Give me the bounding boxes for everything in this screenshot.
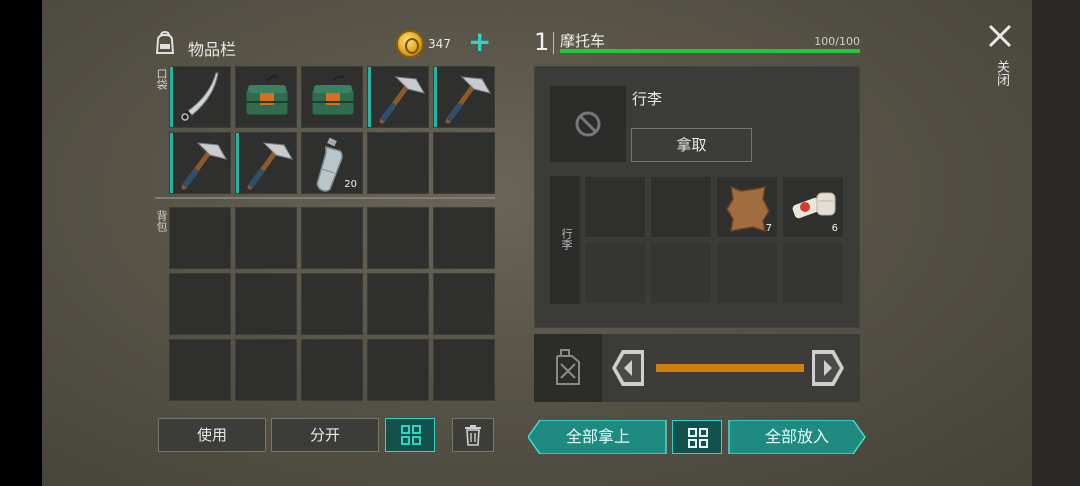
buy-coins-button[interactable]: + <box>468 28 491 56</box>
fuel-can-icon <box>556 349 580 385</box>
inventory-slot[interactable] <box>367 207 429 269</box>
vehicle-sort-button[interactable] <box>672 420 722 454</box>
inventory-slot[interactable] <box>301 273 363 335</box>
inventory-slot[interactable] <box>367 339 429 401</box>
inventory-slot[interactable] <box>301 66 363 128</box>
trash-button[interactable] <box>452 418 494 452</box>
vehicle-separator <box>553 32 554 54</box>
inventory-slot[interactable] <box>433 66 495 128</box>
sort-grid-button[interactable] <box>385 418 435 452</box>
inventory-slot[interactable] <box>235 339 297 401</box>
inventory-slot[interactable] <box>235 207 297 269</box>
inventory-slot[interactable] <box>367 66 429 128</box>
vehicle-storage-label: 行李 <box>560 228 573 250</box>
backpack-label: 背包 <box>155 210 168 232</box>
split-button[interactable]: 分开 <box>271 418 379 452</box>
inventory-slot[interactable] <box>235 273 297 335</box>
section-divider <box>155 197 495 199</box>
inventory-slot[interactable] <box>433 207 495 269</box>
arrow-left-icon <box>612 350 644 386</box>
vehicle-storage-grid: 76 <box>584 176 844 304</box>
arrow-right-icon <box>812 350 844 386</box>
inventory-slot[interactable] <box>169 66 231 128</box>
inventory-slot[interactable] <box>367 273 429 335</box>
inventory-slot[interactable] <box>650 176 712 238</box>
inventory-slot[interactable] <box>433 339 495 401</box>
grid-icon <box>688 428 708 448</box>
inventory-slot[interactable] <box>235 66 297 128</box>
inventory-slot[interactable] <box>301 207 363 269</box>
grid-icon <box>401 425 421 445</box>
pocket-label: 口袋 <box>155 68 168 90</box>
fuel-increase-button[interactable] <box>812 350 844 386</box>
luggage-title: 行李 <box>632 90 663 108</box>
vehicle-hp-bar <box>560 49 860 53</box>
blocked-icon <box>575 111 601 137</box>
inventory-slot[interactable]: 6 <box>782 176 844 238</box>
close-label[interactable]: 关闭 <box>992 60 1011 86</box>
inventory-title: 物品栏 <box>188 40 237 59</box>
inventory-slot[interactable] <box>650 242 712 304</box>
screen-edge <box>1032 0 1080 486</box>
coin-count: 347 <box>428 37 451 51</box>
fuel-slot[interactable] <box>534 334 602 402</box>
coin-icon <box>396 30 424 58</box>
inventory-slot[interactable] <box>169 339 231 401</box>
put-all-button[interactable]: 全部放入 <box>727 419 867 455</box>
use-button[interactable]: 使用 <box>158 418 266 452</box>
inventory-slot[interactable] <box>584 176 646 238</box>
vehicle-hp-fill <box>560 49 860 53</box>
inventory-slot[interactable] <box>367 132 429 194</box>
inventory-slot[interactable]: 7 <box>716 176 778 238</box>
fuel-amount-bar[interactable] <box>656 364 804 372</box>
inventory-slot[interactable] <box>169 132 231 194</box>
take-all-button[interactable]: 全部拿上 <box>527 419 668 455</box>
inventory-slot[interactable] <box>433 273 495 335</box>
fuel-decrease-button[interactable] <box>612 350 644 386</box>
item-quantity: 6 <box>831 223 838 234</box>
inventory-slot[interactable]: 20 <box>301 132 363 194</box>
inventory-slot[interactable] <box>716 242 778 304</box>
item-quantity: 7 <box>765 223 772 234</box>
vehicle-name: 摩托车 <box>560 32 606 50</box>
inventory-slot[interactable] <box>169 273 231 335</box>
backpack-grid <box>169 207 495 401</box>
luggage-equip-slot[interactable] <box>550 86 626 162</box>
backpack-icon <box>155 30 175 54</box>
item-quantity: 20 <box>344 179 357 190</box>
inventory-slot[interactable] <box>301 339 363 401</box>
inventory-slot[interactable] <box>782 242 844 304</box>
close-icon[interactable] <box>984 20 1016 52</box>
trash-icon <box>465 425 481 446</box>
put-all-label: 全部放入 <box>764 427 829 446</box>
inventory-slot[interactable] <box>433 132 495 194</box>
take-button[interactable]: 拿取 <box>631 128 752 162</box>
inventory-slot[interactable] <box>584 242 646 304</box>
inventory-slot[interactable] <box>235 132 297 194</box>
inventory-slot[interactable] <box>169 207 231 269</box>
vehicle-number: 1 <box>534 28 550 56</box>
take-all-label: 全部拿上 <box>565 427 630 446</box>
pocket-grid: 20 <box>169 66 495 194</box>
vehicle-hp-text: 100/100 <box>814 35 860 48</box>
